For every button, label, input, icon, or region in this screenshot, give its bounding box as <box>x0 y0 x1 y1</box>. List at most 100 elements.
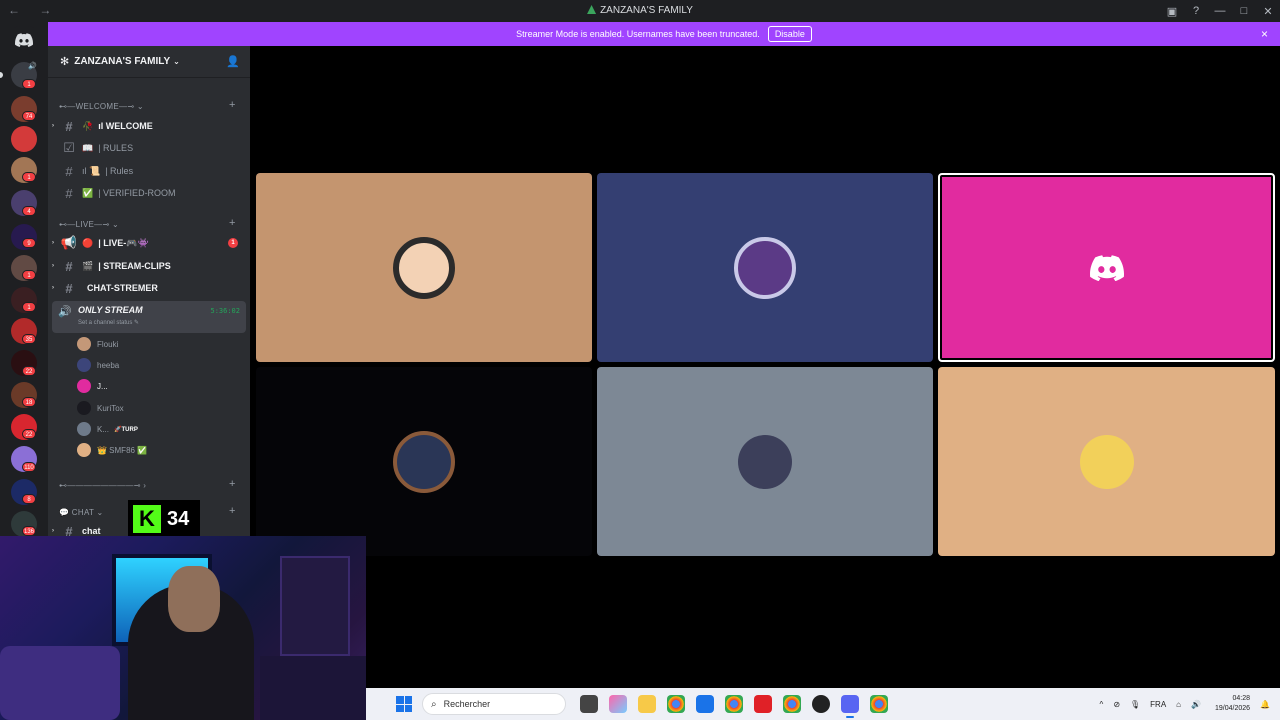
wifi-icon[interactable]: ⌂ <box>1176 700 1181 709</box>
chrome-icon-4[interactable] <box>869 695 888 713</box>
video-tile-1[interactable] <box>256 173 592 362</box>
avatar <box>77 379 91 393</box>
server-header[interactable]: ✻ ZANZANA'S FAMILY ⌄ 👤 <box>48 46 250 78</box>
avatar <box>77 422 91 436</box>
banner-close-icon[interactable]: × <box>1261 27 1268 41</box>
server-rail: 🔊 1 74 1 4 9 1 1 35 22 18 22 110 8 136 <box>0 22 48 540</box>
add-channel-icon[interactable]: + <box>229 478 236 490</box>
title-bar: ← → ZANZANA'S FAMILY ▣ ? — □ ✕ <box>0 0 1280 22</box>
chrome-icon[interactable] <box>666 695 685 713</box>
copilot-icon[interactable] <box>608 695 627 713</box>
microphone-icon[interactable]: 🎙 <box>1130 700 1140 709</box>
voice-user[interactable]: J... <box>77 377 108 395</box>
channel-chat-stremer[interactable]: › # CHAT-STREMER <box>52 278 246 298</box>
webcam-overlay <box>0 536 366 720</box>
volume-icon[interactable]: 🔊 <box>1191 700 1201 709</box>
server-badge: 110 <box>22 462 36 472</box>
maximize-icon[interactable]: □ <box>1232 5 1256 17</box>
close-icon[interactable]: ✕ <box>1256 5 1280 18</box>
chrome-icon-2[interactable] <box>724 695 743 713</box>
participant-avatar <box>393 236 455 299</box>
wps-icon[interactable] <box>753 695 772 713</box>
video-tile-5[interactable] <box>597 367 933 556</box>
add-channel-icon[interactable]: + <box>229 217 236 229</box>
kick-viewer-overlay: K 34 <box>128 500 200 538</box>
avatar <box>77 401 91 415</box>
server-badge: 9 <box>22 238 36 248</box>
server-badge: 1 <box>22 172 36 182</box>
video-tile-4[interactable] <box>256 367 592 556</box>
voice-channel-status[interactable]: Set a channel status ✎ <box>78 319 139 326</box>
kick-logo: K <box>133 505 161 533</box>
add-member-icon[interactable]: 👤 <box>226 55 240 68</box>
category-divider[interactable]: ⊷————————⊸ › + <box>59 478 235 490</box>
file-explorer-icon[interactable] <box>637 695 656 713</box>
video-tile-3[interactable] <box>938 173 1275 362</box>
chrome-icon-3[interactable] <box>782 695 801 713</box>
participant-avatar <box>393 430 455 493</box>
participant-avatar <box>738 434 792 489</box>
voice-speaker-icon: 🔊 <box>58 306 72 318</box>
server-badge: 22 <box>22 366 36 376</box>
obs-icon[interactable] <box>811 695 830 713</box>
server-badge: 1 <box>22 270 36 280</box>
avatar <box>77 443 91 457</box>
channel-stream-clips[interactable]: › # 🎬 | STREAM-CLIPS <box>52 256 246 276</box>
video-tile-6[interactable] <box>938 367 1275 556</box>
voice-user[interactable]: heeba <box>77 356 119 374</box>
task-view-icon[interactable] <box>579 695 598 713</box>
chevron-down-icon: ⌄ <box>173 57 180 66</box>
server-badge: 1 <box>22 302 36 312</box>
voice-user[interactable]: 👑 SMF86 ✅ <box>77 441 147 459</box>
chevron-up-icon[interactable]: ^ <box>1100 700 1104 709</box>
windows-start-icon[interactable] <box>396 696 412 712</box>
video-tile-2[interactable] <box>597 173 933 362</box>
discord-home-icon[interactable] <box>10 26 38 54</box>
voice-user[interactable]: KuriTox <box>77 399 124 417</box>
rail-pill <box>0 72 3 78</box>
voice-channel-name: ONLY STREAM <box>78 305 143 315</box>
add-channel-icon[interactable]: + <box>229 99 236 111</box>
taskbar-search[interactable]: ⌕ Rechercher <box>422 693 566 715</box>
channel-verified-room[interactable]: # ✅ | VERIFIED-ROOM <box>52 183 246 203</box>
channel-live[interactable]: › 📢 🔴 | LIVE-🎮👾 1 <box>52 233 246 253</box>
channel-rules-1[interactable]: ☑ 📖 | RULES <box>52 138 246 158</box>
discord-taskbar-icon[interactable] <box>840 695 859 718</box>
channel-sidebar: ✻ ZANZANA'S FAMILY ⌄ 👤 ⊷—WELCOME—⊸ ⌄ + › #… <box>48 46 250 540</box>
taskbar-apps <box>574 695 893 718</box>
server-badge: 18 <box>22 397 36 407</box>
inbox-icon[interactable]: ▣ <box>1160 5 1184 18</box>
voice-channel-only-stream[interactable]: 🔊 ONLY STREAM Set a channel status ✎ 5:3… <box>52 301 246 333</box>
category-chat[interactable]: 💬 CHAT ⌄ + <box>59 505 235 517</box>
outlook-icon[interactable] <box>695 695 714 713</box>
streamer-mode-banner: Streamer Mode is enabled. Usernames have… <box>48 22 1280 46</box>
category-welcome[interactable]: ⊷—WELCOME—⊸ ⌄ + <box>59 99 235 111</box>
channel-rules-2[interactable]: # ıl 📜 | Rules <box>52 161 246 181</box>
notification-bell-icon[interactable]: 🔔 <box>1260 700 1270 709</box>
category-live[interactable]: ⊷—LIVE—⊸ ⌄ + <box>59 217 235 229</box>
unread-badge: 1 <box>228 238 238 248</box>
speaker-icon: 🔊 <box>28 63 37 70</box>
server-badge: 136 <box>22 526 36 536</box>
help-icon[interactable]: ? <box>1184 5 1208 17</box>
window-title: ZANZANA'S FAMILY <box>0 5 1280 16</box>
network-icon[interactable]: ⊘ <box>1113 700 1120 709</box>
avatar <box>77 358 91 372</box>
server-badge: 1 <box>22 79 36 89</box>
avatar <box>77 337 91 351</box>
language-indicator[interactable]: FRA <box>1150 700 1166 709</box>
voice-user[interactable]: Flouki <box>77 335 118 353</box>
server-badge: 22 <box>22 429 36 439</box>
add-channel-icon[interactable]: + <box>229 505 236 517</box>
server-icon-3[interactable] <box>11 126 37 152</box>
taskbar: ⌕ Rechercher ^ ⊘ 🎙 FRA ⌂ 🔊 04:28 19/04/20… <box>366 688 1280 720</box>
channel-welcome[interactable]: › # 🥀 ıl WELCOME <box>52 116 246 136</box>
participant-avatar <box>734 236 796 299</box>
voice-user[interactable]: K... 🚀TURP <box>77 420 138 438</box>
clock[interactable]: 04:28 19/04/2026 <box>1215 694 1250 714</box>
server-icon <box>587 5 597 14</box>
voice-timer: 5:36:02 <box>210 307 240 315</box>
discord-icon <box>1089 254 1124 281</box>
disable-button[interactable]: Disable <box>767 26 812 42</box>
minimize-icon[interactable]: — <box>1208 5 1232 17</box>
